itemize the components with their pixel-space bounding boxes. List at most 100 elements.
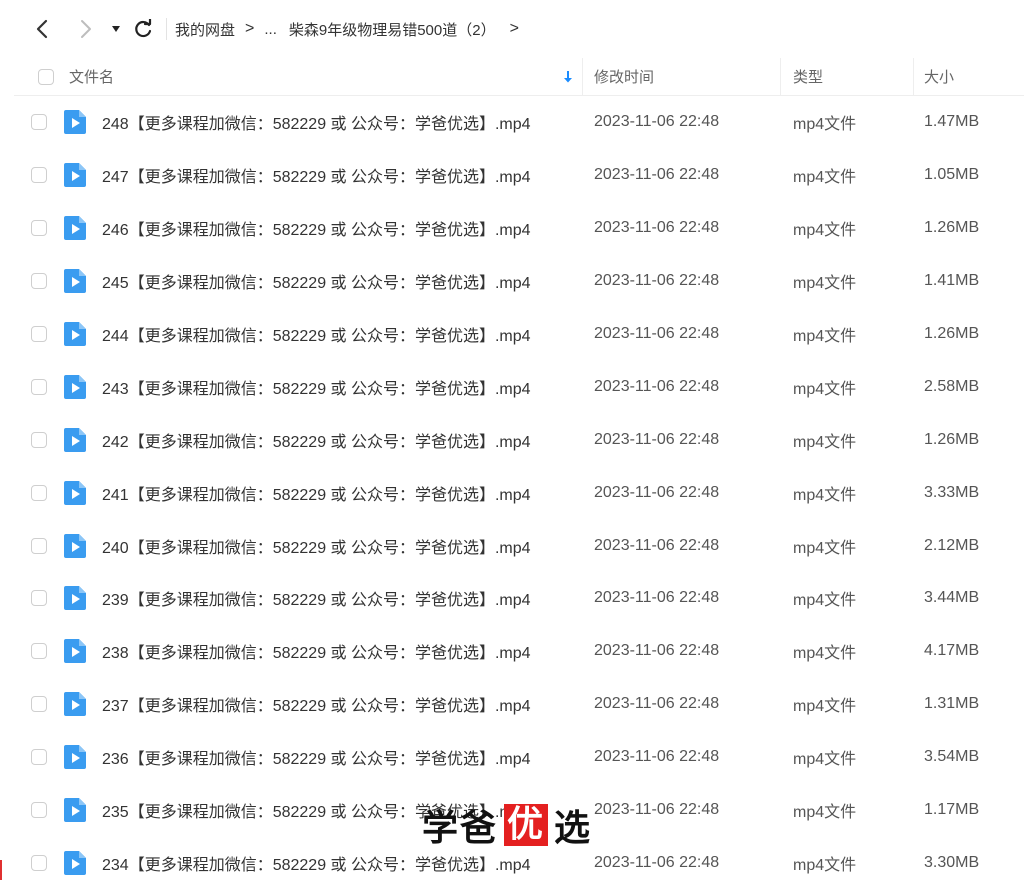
video-file-icon bbox=[64, 360, 86, 413]
file-modified: 2023-11-06 22:48 bbox=[594, 325, 720, 342]
table-row[interactable]: 236【更多课程加微信：582229 或 公众号：学爸优选】.mp4 2023-… bbox=[14, 731, 1024, 784]
file-type: mp4文件 bbox=[793, 592, 857, 610]
row-checkbox[interactable] bbox=[31, 308, 47, 361]
column-header-name[interactable]: 文件名 bbox=[69, 58, 114, 95]
row-checkbox[interactable] bbox=[31, 255, 47, 308]
row-checkbox[interactable] bbox=[31, 466, 47, 519]
file-modified: 2023-11-06 22:48 bbox=[594, 642, 720, 660]
breadcrumb-chevron-icon: > bbox=[245, 20, 255, 37]
file-type: mp4文件 bbox=[793, 222, 857, 240]
breadcrumb-ellipsis[interactable]: ... bbox=[264, 21, 277, 38]
file-name[interactable]: 245【更多课程加微信：582229 或 公众号：学爸优选】.mp4 bbox=[102, 255, 531, 308]
row-checkbox[interactable] bbox=[31, 202, 47, 255]
file-modified: 2023-11-06 22:48 bbox=[594, 219, 720, 237]
file-name[interactable]: 248【更多课程加微信：582229 或 公众号：学爸优选】.mp4 bbox=[102, 96, 531, 149]
file-name[interactable]: 243【更多课程加微信：582229 或 公众号：学爸优选】.mp4 bbox=[102, 360, 531, 413]
row-checkbox[interactable] bbox=[31, 413, 47, 466]
refresh-icon[interactable] bbox=[126, 9, 160, 49]
file-name[interactable]: 247【更多课程加微信：582229 或 公众号：学爸优选】.mp4 bbox=[102, 149, 531, 202]
file-modified: 2023-11-06 22:48 bbox=[594, 113, 720, 131]
file-name[interactable]: 237【更多课程加微信：582229 或 公众号：学爸优选】.mp4 bbox=[102, 678, 531, 731]
column-header-size[interactable]: 大小 bbox=[924, 58, 954, 95]
table-row[interactable]: 238【更多课程加微信：582229 或 公众号：学爸优选】.mp4 2023-… bbox=[14, 625, 1024, 678]
sort-down-arrow-icon[interactable] bbox=[563, 58, 573, 95]
file-list-header: 文件名 修改时间 类型 大小 bbox=[14, 58, 1024, 96]
table-row[interactable]: 247【更多课程加微信：582229 或 公众号：学爸优选】.mp4 2023-… bbox=[14, 149, 1024, 202]
toolbar: 我的网盘 > ... 柴森9年级物理易错500道（2） > bbox=[0, 0, 1024, 58]
file-name[interactable]: 242【更多课程加微信：582229 或 公众号：学爸优选】.mp4 bbox=[102, 413, 531, 466]
file-type: mp4文件 bbox=[793, 486, 857, 504]
column-header-modified[interactable]: 修改时间 bbox=[594, 58, 654, 95]
file-type: mp4文件 bbox=[793, 275, 857, 293]
file-size: 1.26MB bbox=[924, 219, 980, 237]
row-checkbox[interactable] bbox=[31, 625, 47, 678]
file-name[interactable]: 239【更多课程加微信：582229 或 公众号：学爸优选】.mp4 bbox=[102, 572, 531, 625]
row-checkbox[interactable] bbox=[31, 519, 47, 572]
row-checkbox[interactable] bbox=[31, 836, 47, 889]
file-list: 248【更多课程加微信：582229 或 公众号：学爸优选】.mp4 2023-… bbox=[14, 96, 1024, 889]
dropdown-caret-icon[interactable] bbox=[106, 9, 126, 49]
file-name[interactable]: 238【更多课程加微信：582229 或 公众号：学爸优选】.mp4 bbox=[102, 625, 531, 678]
file-size: 1.26MB bbox=[924, 325, 980, 342]
file-modified: 2023-11-06 22:48 bbox=[594, 589, 720, 607]
video-file-icon bbox=[64, 255, 86, 308]
edge-marker bbox=[0, 860, 2, 880]
watermark-logo: 学爸 优 选 bbox=[422, 800, 592, 850]
table-row[interactable]: 244【更多课程加微信：582229 或 公众号：学爸优选】.mp4 2023-… bbox=[14, 308, 1024, 361]
breadcrumb: 我的网盘 > ... 柴森9年级物理易错500道（2） > bbox=[175, 19, 529, 40]
breadcrumb-root[interactable]: 我的网盘 bbox=[175, 19, 235, 40]
file-name[interactable]: 244【更多课程加微信：582229 或 公众号：学爸优选】.mp4 bbox=[102, 308, 531, 361]
file-size: 4.17MB bbox=[924, 642, 980, 660]
file-size: 1.41MB bbox=[924, 272, 980, 290]
back-arrow-icon[interactable] bbox=[22, 9, 62, 49]
file-name[interactable]: 241【更多课程加微信：582229 或 公众号：学爸优选】.mp4 bbox=[102, 466, 531, 519]
row-checkbox[interactable] bbox=[31, 360, 47, 413]
watermark-highlight: 优 bbox=[504, 804, 549, 846]
file-type: mp4文件 bbox=[793, 380, 857, 398]
file-name[interactable]: 246【更多课程加微信：582229 或 公众号：学爸优选】.mp4 bbox=[102, 202, 531, 255]
breadcrumb-current[interactable]: 柴森9年级物理易错500道（2） bbox=[289, 19, 496, 40]
file-type: mp4文件 bbox=[793, 751, 857, 769]
table-row[interactable]: 246【更多课程加微信：582229 或 公众号：学爸优选】.mp4 2023-… bbox=[14, 202, 1024, 255]
file-type: mp4文件 bbox=[793, 645, 857, 663]
file-size: 3.33MB bbox=[924, 483, 980, 501]
file-modified: 2023-11-06 22:48 bbox=[594, 695, 720, 713]
video-file-icon bbox=[64, 519, 86, 572]
table-row[interactable]: 237【更多课程加微信：582229 或 公众号：学爸优选】.mp4 2023-… bbox=[14, 678, 1024, 731]
row-checkbox[interactable] bbox=[31, 784, 47, 837]
table-row[interactable]: 248【更多课程加微信：582229 或 公众号：学爸优选】.mp4 2023-… bbox=[14, 96, 1024, 149]
table-row[interactable]: 243【更多课程加微信：582229 或 公众号：学爸优选】.mp4 2023-… bbox=[14, 360, 1024, 413]
file-modified: 2023-11-06 22:48 bbox=[594, 272, 720, 290]
watermark-text-2: 选 bbox=[554, 808, 593, 849]
table-row[interactable]: 245【更多课程加微信：582229 或 公众号：学爸优选】.mp4 2023-… bbox=[14, 255, 1024, 308]
file-name[interactable]: 236【更多课程加微信：582229 或 公众号：学爸优选】.mp4 bbox=[102, 731, 531, 784]
file-modified: 2023-11-06 22:48 bbox=[594, 483, 720, 501]
video-file-icon bbox=[64, 413, 86, 466]
column-header-type[interactable]: 类型 bbox=[793, 58, 823, 95]
row-checkbox[interactable] bbox=[31, 572, 47, 625]
table-row[interactable]: 240【更多课程加微信：582229 或 公众号：学爸优选】.mp4 2023-… bbox=[14, 519, 1024, 572]
file-type: mp4文件 bbox=[793, 856, 857, 874]
file-modified: 2023-11-06 22:48 bbox=[594, 748, 720, 766]
toolbar-divider bbox=[166, 18, 167, 40]
file-type: mp4文件 bbox=[793, 433, 857, 451]
file-modified: 2023-11-06 22:48 bbox=[594, 430, 720, 448]
table-row[interactable]: 242【更多课程加微信：582229 或 公众号：学爸优选】.mp4 2023-… bbox=[14, 413, 1024, 466]
row-checkbox[interactable] bbox=[31, 678, 47, 731]
breadcrumb-chevron-icon[interactable]: > bbox=[510, 20, 519, 38]
row-checkbox[interactable] bbox=[31, 149, 47, 202]
file-name[interactable]: 240【更多课程加微信：582229 或 公众号：学爸优选】.mp4 bbox=[102, 519, 531, 572]
video-file-icon bbox=[64, 784, 86, 837]
video-file-icon bbox=[64, 572, 86, 625]
forward-arrow-icon[interactable] bbox=[66, 9, 106, 49]
select-all-checkbox[interactable] bbox=[38, 58, 54, 95]
table-row[interactable]: 239【更多课程加微信：582229 或 公众号：学爸优选】.mp4 2023-… bbox=[14, 572, 1024, 625]
file-size: 1.31MB bbox=[924, 695, 980, 713]
file-size: 1.17MB bbox=[924, 801, 980, 819]
file-size: 1.05MB bbox=[924, 166, 980, 184]
table-row[interactable]: 241【更多课程加微信：582229 或 公众号：学爸优选】.mp4 2023-… bbox=[14, 466, 1024, 519]
file-size: 1.47MB bbox=[924, 113, 980, 131]
file-type: mp4文件 bbox=[793, 169, 857, 187]
row-checkbox[interactable] bbox=[31, 731, 47, 784]
row-checkbox[interactable] bbox=[31, 96, 47, 149]
